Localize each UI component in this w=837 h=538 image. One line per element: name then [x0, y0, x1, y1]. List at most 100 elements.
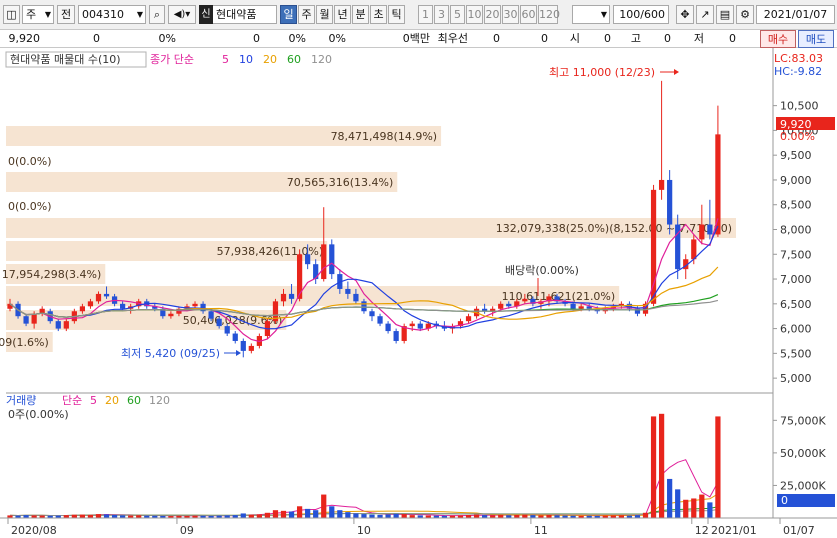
volume-bar	[256, 514, 262, 518]
candle-up	[280, 293, 287, 302]
volume-ma-period-label: 60	[127, 394, 141, 407]
amount-value: 0백만	[402, 32, 430, 45]
interval-button[interactable]: 10	[466, 5, 483, 24]
prev-button[interactable]: 전	[57, 5, 75, 24]
candle-down	[385, 323, 391, 332]
period-button[interactable]: 년	[334, 5, 351, 24]
y-tick-label: 7,500	[780, 248, 812, 261]
drawing-tool-icon[interactable]: ↗	[696, 5, 714, 24]
volume-bar	[699, 494, 705, 518]
volume-bar	[658, 413, 665, 518]
volume-legend-title: 거래량	[6, 394, 36, 407]
volume-profile-label: 0(0.0%)	[8, 155, 52, 168]
period-button[interactable]: 주	[298, 5, 315, 24]
volume-bar	[288, 511, 295, 518]
candle-up	[578, 306, 584, 309]
x-tick-label: 10	[357, 524, 371, 537]
volume-bar	[667, 478, 673, 518]
volume-tick-label: 50,000K	[780, 447, 826, 460]
candle-up	[248, 345, 254, 351]
candle-down	[506, 303, 512, 307]
interval-input[interactable]: ▼	[572, 5, 610, 24]
candle-down	[361, 301, 367, 312]
search-icon[interactable]: ⌕	[149, 5, 165, 24]
candle-up	[95, 293, 102, 302]
candle-up	[699, 224, 705, 240]
price-chart[interactable]: 78,471,498(14.9%) 0(0.0%) 70,565,316(13.4%…	[0, 48, 837, 538]
interval-button[interactable]: 30	[502, 5, 519, 24]
y-tick-label: 6,500	[780, 298, 812, 311]
speaker-icon[interactable]: ◀)▾	[168, 5, 196, 24]
candle-down	[305, 254, 311, 265]
candle-up	[498, 303, 504, 309]
volume-profile-label: 78,471,498(14.9%)	[331, 130, 438, 143]
candle-up	[31, 313, 37, 324]
candle-up	[465, 316, 472, 322]
interval-button[interactable]: 3	[434, 5, 449, 24]
volume-profile-label: 8,235,409(1.6%)	[0, 336, 49, 349]
count-input[interactable]: 100/600	[613, 5, 669, 24]
gear-icon[interactable]: ⚙	[736, 5, 754, 24]
candle-up	[321, 244, 327, 280]
hc-label: HC:-9.82	[774, 65, 822, 78]
price-ma-period-label: 10	[239, 53, 253, 66]
price-ma-period-label: 120	[311, 53, 332, 66]
period-button[interactable]: 분	[352, 5, 369, 24]
volume-bar	[675, 489, 681, 518]
candle-down	[707, 224, 713, 235]
chevron-down-icon: ▼	[136, 10, 143, 19]
date-input[interactable]: 2021/01/07	[756, 5, 835, 24]
candle-up	[192, 303, 198, 307]
candle-down	[313, 264, 319, 280]
mode-select[interactable]: 주 ▼	[22, 5, 54, 24]
period-button[interactable]: 틱	[388, 5, 405, 24]
interval-button[interactable]: 5	[450, 5, 465, 24]
grid-layout-icon[interactable]: ◫	[3, 5, 20, 24]
candle-up	[79, 306, 86, 312]
candle-down	[417, 323, 423, 329]
low-annotation: 최저 5,420 (09/25)	[121, 347, 220, 360]
x-tick-label: 12	[695, 524, 709, 537]
dividend-annotation: 배당락(0.00%)	[505, 264, 579, 277]
volume-bar	[393, 513, 399, 518]
crosshair-icon[interactable]: ✥	[676, 5, 694, 24]
interval-button[interactable]: 60	[520, 5, 537, 24]
price-ma-period-label: 5	[222, 53, 229, 66]
high-label: 고	[630, 32, 641, 45]
volume-bar	[264, 512, 271, 518]
priority-label: 최우선	[437, 32, 468, 45]
sell-button[interactable]: 매도	[798, 30, 834, 48]
count-value: 100	[619, 8, 641, 21]
period-button[interactable]: 초	[370, 5, 387, 24]
y-tick-label: 5,000	[780, 372, 812, 385]
volume-bar	[715, 416, 721, 518]
interval-button[interactable]: 1	[418, 5, 433, 24]
buy-button[interactable]: 매수	[760, 30, 796, 48]
stock-code-input[interactable]: 004310 ▼	[78, 5, 146, 24]
candle-down	[667, 179, 673, 225]
y-tick-label: 6,000	[780, 323, 812, 336]
candle-up	[87, 301, 94, 307]
layout-icon[interactable]: ▤	[716, 5, 734, 24]
y-tick-label: 5,500	[780, 347, 812, 360]
y-tick-label: 7,000	[780, 273, 812, 286]
lc-label: LC:83.03	[774, 52, 823, 65]
candle-up	[522, 298, 528, 302]
interval-button[interactable]: 120	[538, 5, 560, 24]
volume-profile-label: 70,565,316(13.4%)	[287, 176, 394, 189]
price-ma-label: 종가 단순	[150, 53, 194, 66]
y-tick-label: 8,000	[780, 224, 812, 237]
period-button[interactable]: 월	[316, 5, 333, 24]
candle-down	[288, 293, 295, 299]
x-tick-label: 09	[180, 524, 194, 537]
volume-bar	[473, 514, 480, 518]
low-value: 0	[729, 32, 736, 45]
period-button[interactable]: 일	[280, 5, 297, 24]
volume-bar	[95, 514, 102, 518]
volume-bar	[650, 416, 657, 518]
interval-button[interactable]: 20	[484, 5, 501, 24]
volume-bar	[240, 513, 246, 518]
candle-down	[23, 316, 29, 324]
amount-pct: 0%	[328, 32, 346, 45]
candle-down	[240, 340, 246, 351]
